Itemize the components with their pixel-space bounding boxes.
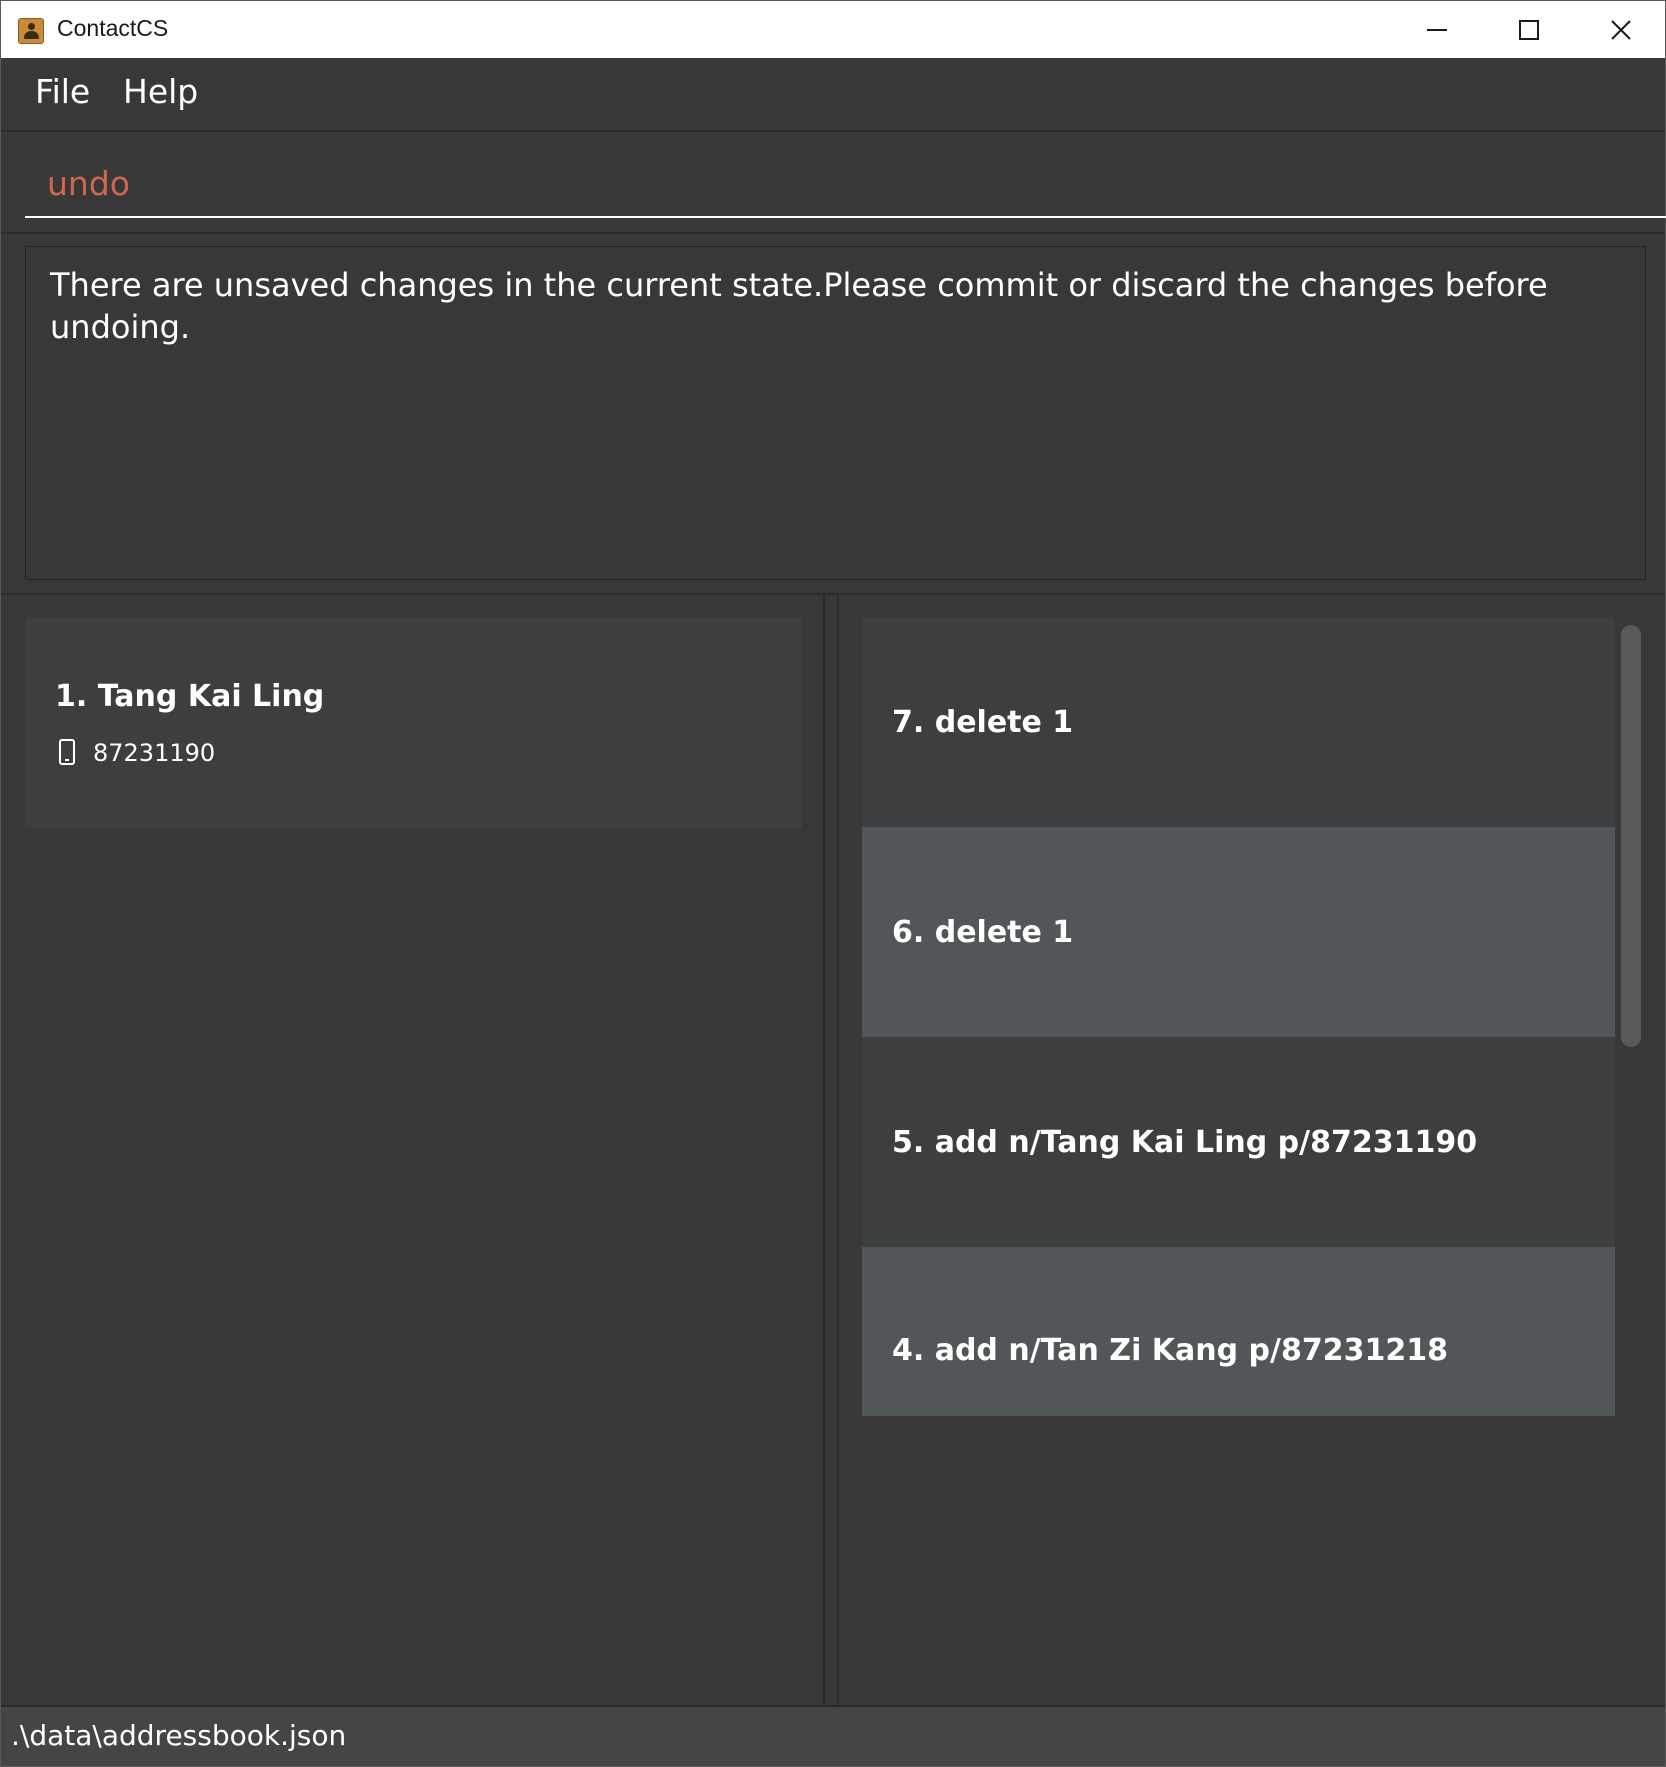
history-item[interactable]: 5. add n/Tang Kai Ling p/87231190	[862, 1037, 1615, 1247]
history-item-label: 4. add n/Tan Zi Kang p/87231218	[892, 1333, 1448, 1368]
command-box	[1, 132, 1666, 234]
title-bar[interactable]: ContactCS	[1, 1, 1665, 58]
contacts-app-icon	[18, 18, 44, 44]
history-item[interactable]: 4. add n/Tan Zi Kang p/87231218	[862, 1247, 1615, 1416]
split-pane-divider[interactable]	[823, 595, 839, 1705]
close-icon	[1611, 20, 1631, 40]
mobile-phone-icon	[59, 739, 75, 765]
result-panel: There are unsaved changes in the current…	[1, 234, 1665, 595]
app-window: ContactCS File Help There are unsaved ch…	[0, 0, 1666, 1767]
close-button[interactable]	[1575, 1, 1666, 58]
save-file-path: .\data\addressbook.json	[11, 1719, 347, 1752]
maximize-button[interactable]	[1483, 1, 1575, 58]
person-card[interactable]: 1. Tang Kai Ling 87231190	[25, 617, 802, 828]
menu-help[interactable]: Help	[119, 72, 202, 111]
window-title: ContactCS	[57, 15, 169, 41]
result-display[interactable]: There are unsaved changes in the current…	[25, 246, 1646, 580]
person-phone: 87231190	[93, 739, 216, 767]
history-item[interactable]: 6. delete 1	[862, 827, 1615, 1037]
history-item-label: 6. delete 1	[892, 915, 1074, 950]
command-history-list: 7. delete 1 6. delete 1 5. add n/Tang Ka…	[862, 617, 1615, 1705]
person-list-panel: 1. Tang Kai Ling 87231190	[1, 595, 823, 1705]
menu-bar: File Help	[1, 58, 1665, 132]
menu-file[interactable]: File	[31, 72, 94, 111]
history-item[interactable]: 7. delete 1	[862, 617, 1615, 827]
maximize-icon	[1519, 20, 1539, 40]
history-item-label: 7. delete 1	[892, 705, 1074, 740]
minimize-button[interactable]	[1391, 1, 1483, 58]
history-scrollbar[interactable]	[1621, 625, 1641, 1047]
status-bar: .\data\addressbook.json	[1, 1705, 1665, 1766]
person-name: 1. Tang Kai Ling	[55, 679, 325, 714]
command-input[interactable]	[25, 158, 1666, 218]
history-item-label: 5. add n/Tang Kai Ling p/87231190	[892, 1125, 1478, 1160]
command-history-panel: 7. delete 1 6. delete 1 5. add n/Tang Ka…	[841, 595, 1665, 1705]
minimize-icon	[1427, 29, 1447, 31]
